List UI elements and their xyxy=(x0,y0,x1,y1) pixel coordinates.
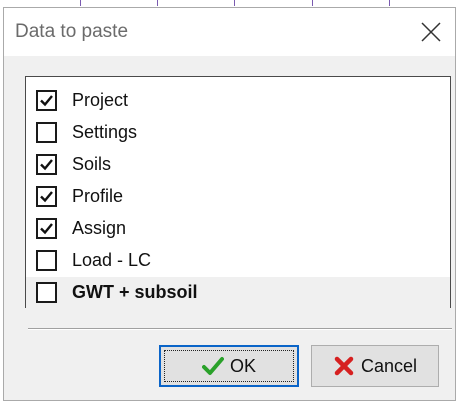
checklist-item-label: Settings xyxy=(72,122,138,142)
cancel-button-label: Cancel xyxy=(360,355,418,376)
strip-tick xyxy=(234,0,235,6)
checklist-item[interactable]: Profile xyxy=(26,181,450,212)
checkmark-icon xyxy=(40,159,53,171)
separator xyxy=(28,328,452,330)
checklist-item-label: GWT + subsoil xyxy=(72,282,198,302)
checklist-item-label: Profile xyxy=(72,186,124,206)
ok-button[interactable]: OK xyxy=(159,345,299,387)
title-bar: Data to paste xyxy=(4,8,455,56)
checkbox-unchecked[interactable] xyxy=(36,250,57,271)
checkbox-checked[interactable] xyxy=(36,186,57,207)
dialog-title: Data to paste xyxy=(15,21,129,42)
checkmark-icon xyxy=(40,223,53,235)
checkbox-unchecked[interactable] xyxy=(36,122,57,143)
close-icon[interactable] xyxy=(415,16,447,48)
strip-tick xyxy=(312,0,313,6)
focus-rect xyxy=(164,350,294,382)
checklist-item[interactable]: Soils xyxy=(26,149,450,180)
checkbox-checked[interactable] xyxy=(36,218,57,239)
cancel-button[interactable]: Cancel xyxy=(311,345,439,387)
strip-tick xyxy=(157,0,158,6)
strip-tick xyxy=(80,0,81,6)
checklist-item[interactable]: Project xyxy=(26,85,450,116)
checklist-item[interactable]: Load - LC xyxy=(26,245,450,276)
checklist-item-label: Load - LC xyxy=(72,250,152,270)
strip-tick xyxy=(389,0,390,6)
checkbox-unchecked[interactable] xyxy=(36,282,57,303)
data-item-list: Project Settings Soils Profile Assign Load - … xyxy=(25,76,451,308)
checklist-item-label: Soils xyxy=(72,154,112,174)
checklist-item-label: Project xyxy=(72,90,129,110)
x-icon xyxy=(334,356,354,376)
checklist-item-label: Assign xyxy=(72,218,127,238)
checklist-item[interactable]: GWT + subsoil xyxy=(26,277,450,308)
checkbox-checked[interactable] xyxy=(36,154,57,175)
checkmark-icon xyxy=(40,95,53,107)
checklist-item[interactable]: Assign xyxy=(26,213,450,244)
checkbox-checked[interactable] xyxy=(36,90,57,111)
paste-dialog: Data to paste Project Settings Soils Profil… xyxy=(3,7,456,401)
checkmark-icon xyxy=(40,191,53,203)
checklist-item[interactable]: Settings xyxy=(26,117,450,148)
